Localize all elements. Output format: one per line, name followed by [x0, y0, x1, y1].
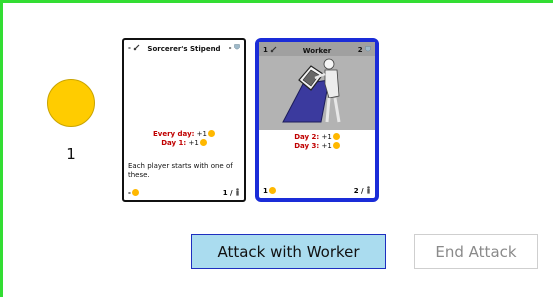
attack-with-worker-button[interactable]: Attack with Worker	[191, 234, 386, 269]
person-icon	[236, 188, 239, 196]
coin-icon	[208, 130, 215, 137]
card-cost: -	[128, 189, 139, 197]
coin-icon	[131, 189, 139, 196]
shield-icon	[365, 46, 371, 52]
card-health-value: 2	[358, 46, 371, 54]
person-icon	[367, 186, 370, 194]
card-tech-level: 2 /	[354, 186, 371, 195]
effect-line: Day 1: +1	[124, 139, 244, 148]
card-tech-text: 1 /	[222, 189, 233, 197]
card-cost: 1	[263, 187, 276, 195]
card-effects: Day 2: +1 Day 3: +1	[259, 133, 375, 151]
card-header: 1 Worker 2	[259, 42, 375, 60]
coin-icon	[47, 79, 95, 127]
card-title: Sorcerer's Stipend	[147, 45, 221, 53]
effect-label: Every day:	[153, 130, 195, 138]
card-health-text: -	[228, 44, 232, 52]
card-cost-text: 1	[263, 187, 268, 195]
effect-value: +1	[321, 133, 332, 141]
coin-icon	[332, 142, 340, 149]
effect-line: Every day: +1	[124, 130, 244, 139]
coin-count: 1	[66, 145, 76, 163]
coin-icon	[332, 133, 340, 140]
card-sorcerers-stipend[interactable]: - Sorcerer's Stipend - Every day: +1 Day…	[122, 38, 246, 202]
card-tech-text: 2 /	[353, 187, 364, 195]
card-cost-text: -	[128, 189, 131, 197]
effect-value: +1	[188, 139, 199, 147]
effect-value: +1	[196, 130, 207, 138]
effect-label: Day 2:	[294, 133, 320, 141]
effect-line: Day 2: +1	[259, 133, 375, 142]
card-health-value: -	[229, 44, 240, 52]
card-header: - Sorcerer's Stipend -	[124, 40, 244, 58]
shield-icon	[234, 44, 240, 50]
card-health-text: 2	[357, 46, 363, 54]
card-tech-level: 1 /	[223, 188, 240, 197]
card-effects: Every day: +1 Day 1: +1	[124, 130, 244, 148]
card-worker[interactable]: 1 Worker 2 Day 2: +1 Day 3: +1 1 2 /	[255, 38, 379, 202]
coin-icon	[268, 187, 276, 194]
effect-label: Day 3:	[294, 142, 320, 150]
end-attack-button[interactable]: End Attack	[414, 234, 538, 269]
worker-illustration	[282, 58, 341, 123]
card-description: Each player starts with one of these.	[128, 162, 233, 179]
effect-label: Day 1:	[161, 139, 187, 147]
effect-line: Day 3: +1	[259, 142, 375, 151]
effect-value: +1	[321, 142, 332, 150]
coin-icon	[199, 139, 207, 146]
